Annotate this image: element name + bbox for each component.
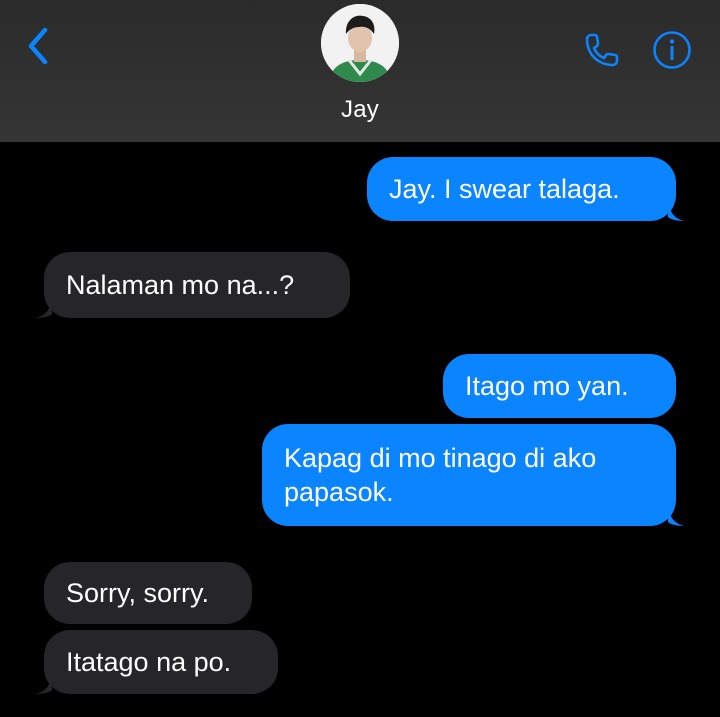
- bubble-tail: [668, 506, 684, 526]
- chevron-left-icon: [28, 27, 48, 65]
- contact-photo: [321, 4, 399, 82]
- message-text: Jay. I swear talaga.: [389, 174, 620, 204]
- avatar[interactable]: [321, 4, 399, 82]
- message-text: Sorry, sorry.: [66, 578, 210, 608]
- message-bubble-received[interactable]: Sorry, sorry.: [44, 562, 252, 624]
- message-text: Nalaman mo na...?: [66, 270, 295, 300]
- conversation-header: Jay: [0, 0, 720, 142]
- message-bubble-received[interactable]: Itatago na po.: [36, 630, 278, 694]
- message-bubble-received[interactable]: Nalaman mo na...?: [36, 252, 350, 318]
- bubble-tail: [668, 201, 684, 221]
- message-text: Itatago na po.: [66, 647, 232, 677]
- message-bubble-sent[interactable]: Itago mo yan.: [443, 354, 676, 418]
- back-button[interactable]: [18, 24, 58, 68]
- message-bubble-sent[interactable]: Jay. I swear talaga.: [367, 157, 684, 221]
- message-bubble-sent[interactable]: Kapag di mo tinago di ako papasok.: [262, 424, 684, 526]
- info-button[interactable]: [650, 28, 694, 72]
- bubble-tail: [36, 298, 52, 318]
- bubble-tail: [36, 674, 52, 694]
- phone-icon: [585, 33, 619, 67]
- call-button[interactable]: [578, 26, 626, 74]
- message-text: Itago mo yan.: [465, 371, 629, 401]
- contact-name[interactable]: Jay: [0, 96, 720, 124]
- message-text: Kapag di mo tinago di ako papasok.: [284, 443, 597, 507]
- info-icon: [653, 31, 691, 69]
